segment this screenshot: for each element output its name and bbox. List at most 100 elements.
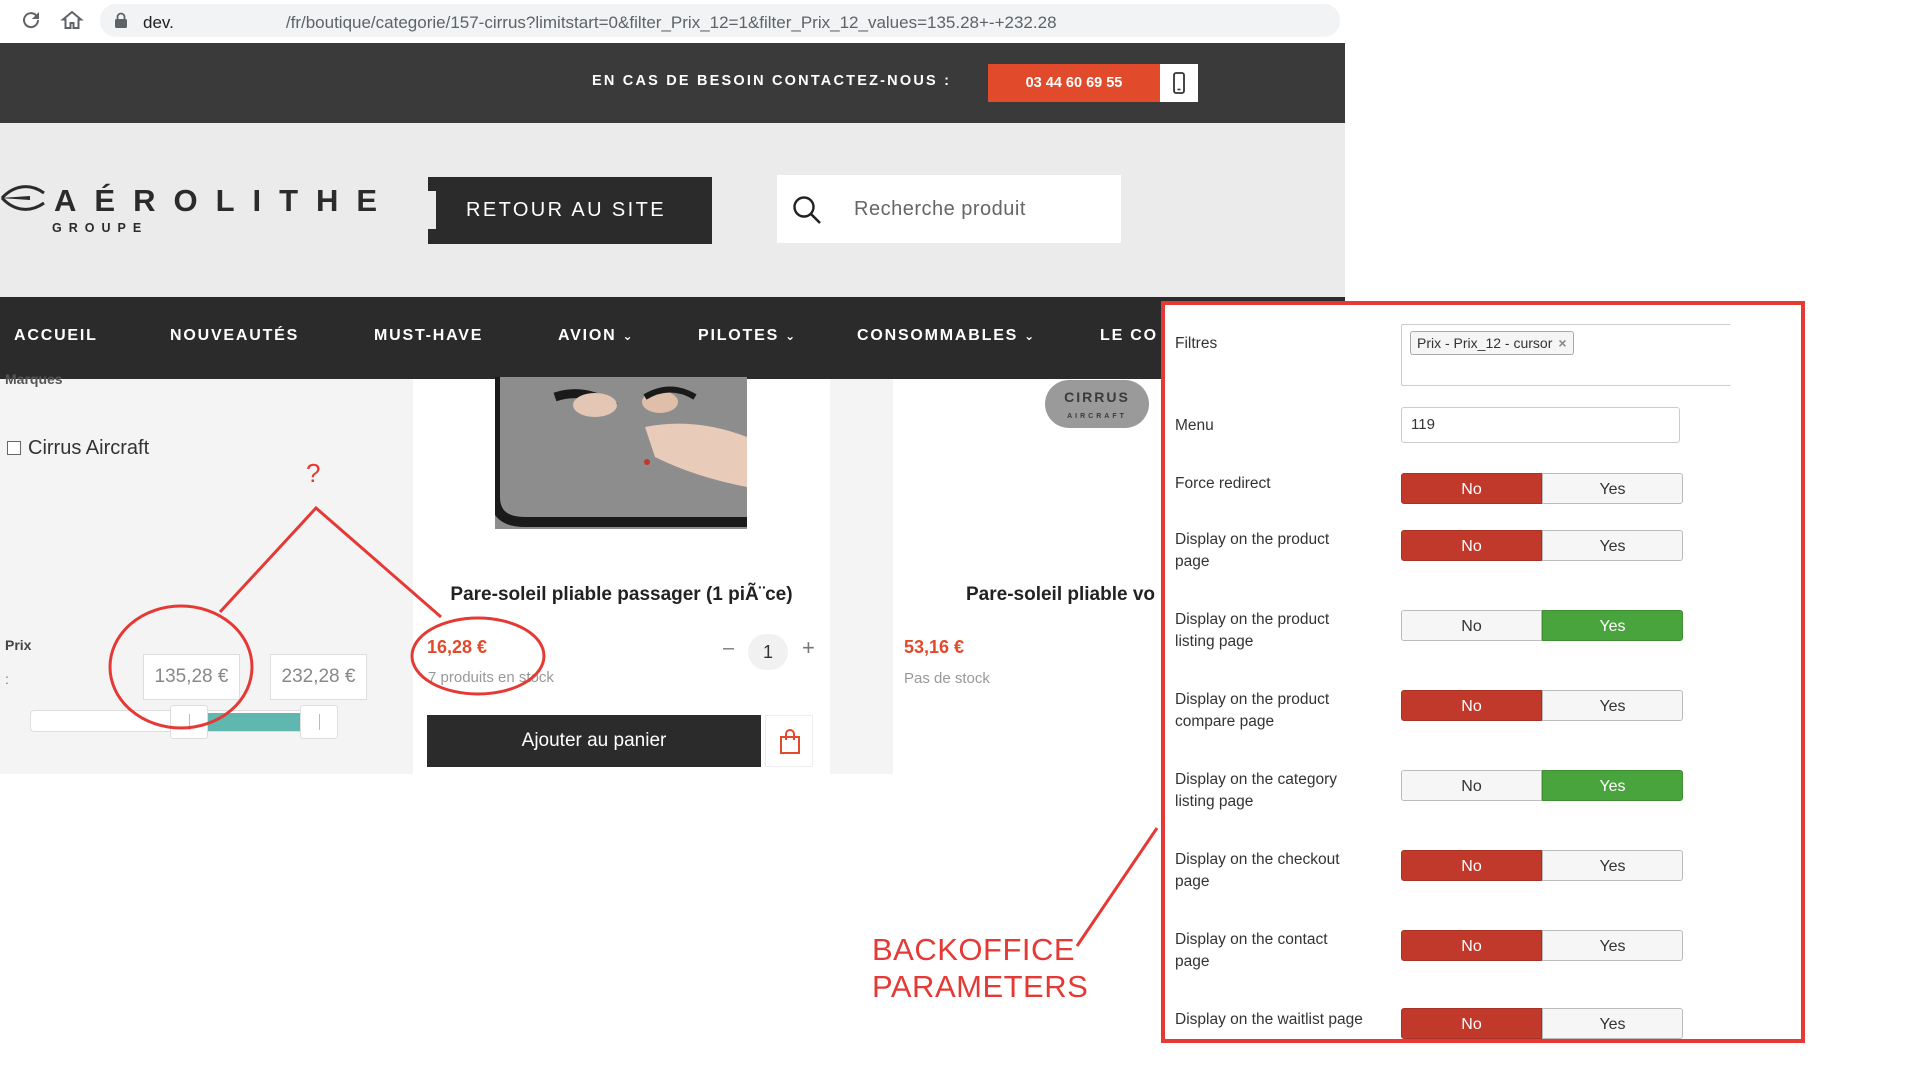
product-page-toggle[interactable]: No Yes [1401,530,1683,561]
toggle-label: Display on the category listing page [1175,771,1337,810]
sunshade-photo [495,377,747,529]
menu-item-accueil[interactable]: ACCUEIL [14,327,98,345]
back-to-site-button[interactable]: RETOUR AU SITE [428,177,712,244]
aerolithe-logo-icon [0,185,45,211]
url-host: dev. [143,13,174,32]
menu-item-avion[interactable]: AVION ⌄ [558,327,634,345]
search-icon[interactable] [792,195,822,225]
filters-select[interactable]: Prix - Prix_12 - cursor × [1401,324,1731,386]
button-notch [428,191,436,229]
annotation-question-mark: ? [306,458,321,488]
toggle-no-option[interactable]: No [1401,610,1542,641]
menu-item-label: NOUVEAUTÉS [170,327,300,344]
toggle-label: Force redirect [1175,475,1271,492]
menu-item-nouveautes[interactable]: NOUVEAUTÉS [170,327,299,345]
toggle-no-option[interactable]: No [1401,850,1542,881]
checkout-page-toggle[interactable]: No Yes [1401,850,1683,881]
category-listing-page-toggle[interactable]: No Yes [1401,770,1683,801]
product-image[interactable] [495,377,747,529]
chevron-down-icon: ⌄ [785,329,797,343]
price-filter-colon: : [5,671,9,687]
price-max-input[interactable]: 232,28 € [270,654,367,700]
toggle-no-option[interactable]: No [1401,930,1542,961]
site-header: AÉROLITHE GROUPE RETOUR AU SITE Recherch… [0,123,1345,297]
quantity-increase-button[interactable]: + [802,635,815,661]
toggle-no-option[interactable]: No [1401,690,1542,721]
contact-page-toggle[interactable]: No Yes [1401,930,1683,961]
toggle-yes-option[interactable]: Yes [1542,850,1683,881]
menu-item-label: LE CO [1100,327,1158,344]
waitlist-page-toggle[interactable]: No Yes [1401,1008,1683,1039]
menu-item-must-have[interactable]: MUST-HAVE [374,327,483,345]
force-redirect-toggle[interactable]: No Yes [1401,473,1683,504]
quantity-input[interactable]: 1 [748,634,788,670]
menu-item-le-co[interactable]: LE CO [1100,327,1158,345]
main-menu: ACCUEIL NOUVEAUTÉS MUST-HAVE AVION ⌄ PILO… [0,297,1345,379]
backoffice-parameters-panel: Filtres Prix - Prix_12 - cursor × Menu 11… [1161,301,1805,1043]
mobile-phone-icon [1173,72,1185,94]
toggle-yes-option[interactable]: Yes [1542,690,1683,721]
chevron-down-icon: ⌄ [622,329,635,343]
brands-heading: Marques [5,371,63,387]
toggle-label: Display on the product page [1175,531,1330,570]
toggle-label: Display on the product listing page [1175,611,1330,650]
toggle-no-option[interactable]: No [1401,1008,1542,1039]
shopping-bag-icon [780,729,800,754]
filters-label: Filtres [1175,335,1218,352]
menu-item-pilotes[interactable]: PILOTES ⌄ [698,327,797,345]
grid-gap [830,379,893,774]
logo-wordmark[interactable]: AÉROLITHE [54,183,395,219]
toggle-yes-option[interactable]: Yes [1542,473,1683,504]
cirrus-logo-text: CIRRUS AIRCRAFT [1045,389,1149,421]
toggle-yes-option[interactable]: Yes [1542,770,1683,801]
toggle-yes-option[interactable]: Yes [1542,930,1683,961]
add-to-cart-button[interactable]: Ajouter au panier [427,715,761,767]
toggle-no-option[interactable]: No [1401,473,1542,504]
menu-item-label: AVION [558,327,617,344]
menu-id-input[interactable]: 119 [1401,407,1680,443]
logo-subtitle: GROUPE [52,221,149,235]
price-min-input[interactable]: 135,28 € [143,654,240,700]
menu-item-label: MUST-HAVE [374,327,484,344]
phone-button[interactable]: 03 44 60 69 55 [988,64,1160,102]
toggle-no-option[interactable]: No [1401,770,1542,801]
toggle-label: Display on the product compare page [1175,691,1330,730]
filter-chip[interactable]: Prix - Prix_12 - cursor × [1410,331,1574,355]
product-title[interactable]: Pare-soleil pliable vo [966,584,1155,606]
logo-word: CIRRUS [1064,389,1130,405]
price-slider-min-handle[interactable] [170,705,208,739]
lock-icon [115,12,127,28]
toggle-no-option[interactable]: No [1401,530,1542,561]
product-title[interactable]: Pare-soleil pliable passager (1 piÃ¨ce) [413,584,830,606]
url-path: /fr/boutique/categorie/157-cirrus?limits… [285,13,1057,32]
price-slider-max-handle[interactable] [300,705,338,739]
stock-status: 7 produits en stock [428,669,554,686]
menu-item-consommables[interactable]: CONSOMMABLES ⌄ [857,327,1036,345]
brand-checkbox-cirrus[interactable] [7,441,21,455]
product-listing-page-toggle[interactable]: No Yes [1401,610,1683,641]
product-search-box[interactable]: Recherche produit [777,175,1121,243]
url-text: dev. /fr/boutique/categorie/157-cirrus?li… [143,12,1057,33]
toggle-yes-option[interactable]: Yes [1542,610,1683,641]
brand-checkbox-label[interactable]: Cirrus Aircraft [28,437,149,460]
cirrus-brand-logo[interactable]: CIRRUS AIRCRAFT [1045,380,1149,428]
toggle-label: Display on the contact page [1175,931,1328,970]
cart-icon-button[interactable] [765,715,813,767]
browser-toolbar: dev. /fr/boutique/categorie/157-cirrus?li… [0,0,1345,43]
menu-item-label: ACCUEIL [14,327,98,344]
quantity-decrease-button[interactable]: – [723,637,734,660]
product-compare-page-toggle[interactable]: No Yes [1401,690,1683,721]
filter-chip-label: Prix - Prix_12 - cursor [1417,335,1553,351]
url-redaction [174,12,286,28]
address-bar[interactable]: dev. /fr/boutique/categorie/157-cirrus?li… [100,4,1340,37]
annotation-backoffice-label: BACKOFFICE PARAMETERS [872,932,1089,1004]
menu-item-label: CONSOMMABLES [857,327,1019,344]
toggle-yes-option[interactable]: Yes [1542,530,1683,561]
home-icon[interactable] [60,8,84,32]
reload-icon[interactable] [19,8,43,32]
toggle-yes-option[interactable]: Yes [1542,1008,1683,1039]
remove-chip-icon[interactable]: × [1558,335,1566,351]
menu-item-label: PILOTES [698,327,780,344]
phone-icon-button[interactable] [1160,64,1198,102]
back-to-site-label: RETOUR AU SITE [466,199,666,221]
